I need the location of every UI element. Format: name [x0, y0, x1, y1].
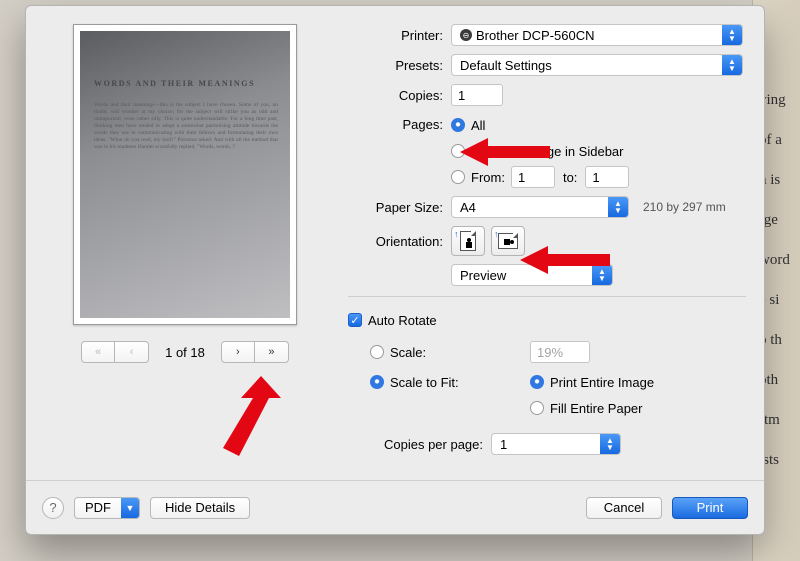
scale-label: Scale:	[390, 345, 426, 360]
scale-to-fit-radio[interactable]	[370, 375, 384, 389]
last-page-button[interactable]: »	[255, 341, 289, 363]
pages-label: Pages:	[348, 114, 443, 132]
printer-select[interactable]: ⊖ Brother DCP-560CN ▲▼	[451, 24, 743, 46]
print-button[interactable]: Print	[672, 497, 748, 519]
next-page-button[interactable]: ›	[221, 341, 255, 363]
page-thumbnail: WORDS AND THEIR MEANINGS Words and their…	[73, 24, 297, 325]
landscape-icon	[498, 233, 518, 249]
page-indicator: 1 of 18	[165, 345, 205, 360]
auto-rotate-label: Auto Rotate	[368, 313, 437, 328]
dialog-footer: ? PDF ▼ Hide Details Cancel Print	[26, 480, 764, 534]
paper-size-label: Paper Size:	[348, 200, 443, 215]
copies-label: Copies:	[348, 88, 443, 103]
print-entire-image-radio[interactable]	[530, 375, 544, 389]
presets-select[interactable]: Default Settings ▲▼	[451, 54, 743, 76]
preview-pane: WORDS AND THEIR MEANINGS Words and their…	[40, 24, 330, 474]
paper-size-select[interactable]: A4 ▲▼	[451, 196, 629, 218]
print-entire-image-label: Print Entire Image	[550, 375, 654, 390]
paper-dimensions: 210 by 297 mm	[643, 200, 726, 214]
help-button[interactable]: ?	[42, 497, 64, 519]
stepper-arrows-icon: ▲▼	[722, 25, 742, 45]
scale-radio[interactable]	[370, 345, 384, 359]
arrow-up-icon: ↑	[454, 229, 459, 239]
printer-label: Printer:	[348, 28, 443, 43]
chevron-down-icon: ▼	[121, 498, 139, 518]
thumb-title: WORDS AND THEIR MEANINGS	[94, 79, 278, 88]
divider	[348, 296, 746, 297]
pdf-menu-button[interactable]: PDF ▼	[74, 497, 140, 519]
page-pager: « ‹ 1 of 18 › »	[81, 341, 289, 363]
pages-all-radio[interactable]	[451, 118, 465, 132]
copies-input[interactable]: 1	[451, 84, 503, 106]
prev-page-button[interactable]: ‹	[115, 341, 149, 363]
pages-to-input[interactable]: 1	[585, 166, 629, 188]
printer-status-icon: ⊖	[460, 29, 472, 41]
stepper-arrows-icon: ▲▼	[592, 265, 612, 285]
pages-from-radio[interactable]	[451, 170, 465, 184]
pages-all-label: All	[471, 118, 485, 133]
app-section-select[interactable]: Preview ▲▼	[451, 264, 613, 286]
print-options: Printer: ⊖ Brother DCP-560CN ▲▼ Presets:	[330, 24, 750, 474]
orientation-label: Orientation:	[348, 234, 443, 249]
copies-per-page-select[interactable]: 1 ▲▼	[491, 433, 621, 455]
presets-label: Presets:	[348, 58, 443, 73]
copies-per-page-label: Copies per page:	[348, 437, 483, 452]
portrait-icon	[460, 231, 476, 251]
pages-selected-radio[interactable]	[451, 144, 465, 158]
print-dialog: WORDS AND THEIR MEANINGS Words and their…	[25, 5, 765, 535]
scale-to-fit-label: Scale to Fit:	[390, 375, 459, 390]
pages-selected-label: Selected Image in Sidebar	[471, 144, 623, 159]
cancel-button[interactable]: Cancel	[586, 497, 662, 519]
stepper-arrows-icon: ▲▼	[722, 55, 742, 75]
orientation-landscape-button[interactable]: ↑	[491, 226, 525, 256]
scale-input[interactable]: 19%	[530, 341, 590, 363]
fill-entire-paper-radio[interactable]	[530, 401, 544, 415]
orientation-portrait-button[interactable]: ↑	[451, 226, 485, 256]
pages-from-input[interactable]: 1	[511, 166, 555, 188]
auto-rotate-checkbox[interactable]: ✓	[348, 313, 362, 327]
first-page-button[interactable]: «	[81, 341, 115, 363]
pages-from-label: From:	[471, 170, 505, 185]
stepper-arrows-icon: ▲▼	[600, 434, 620, 454]
fill-entire-paper-label: Fill Entire Paper	[550, 401, 642, 416]
thumb-body: Words and their meanings—this is the sub…	[94, 102, 278, 151]
hide-details-button[interactable]: Hide Details	[150, 497, 250, 519]
pages-to-label: to:	[563, 170, 577, 185]
stepper-arrows-icon: ▲▼	[608, 197, 628, 217]
